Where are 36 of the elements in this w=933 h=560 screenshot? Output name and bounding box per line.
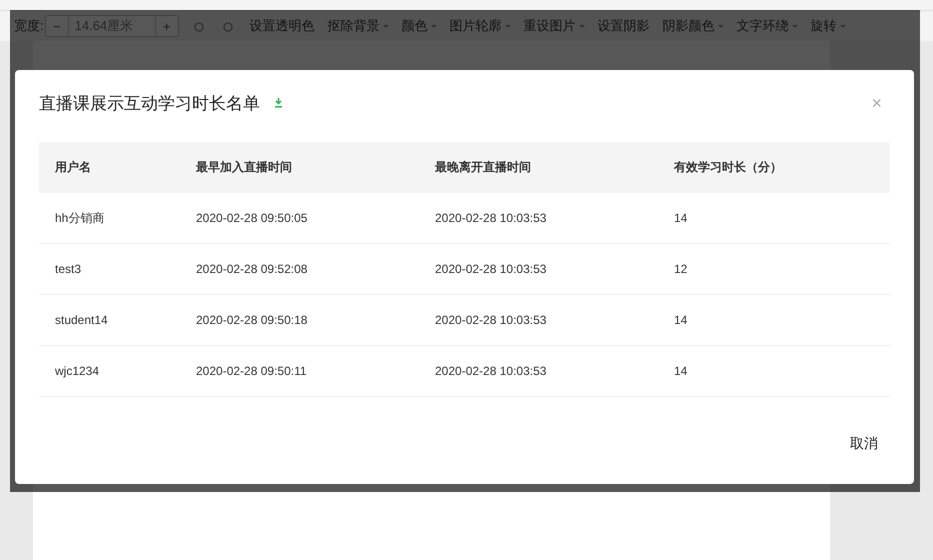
table-cell-text: 2020-02-28 10:03:53 <box>435 211 548 225</box>
table-cell-text: 2020-02-28 10:03:53 <box>435 313 548 327</box>
download-icon[interactable] <box>274 98 283 108</box>
toolbar-button[interactable]: 颜色 <box>402 17 437 35</box>
table-cell-text: student14 <box>55 313 109 327</box>
toolbar-button[interactable]: 设置透明色 <box>250 17 315 35</box>
table-cell-text: 14 <box>674 364 688 378</box>
table-cell-text: 14 <box>674 313 688 327</box>
toolbar-button[interactable]: 设置阴影 <box>598 17 650 35</box>
table-cell-text: 12 <box>674 262 688 276</box>
close-button[interactable]: × <box>863 92 890 114</box>
column-header: 最晚离开直播时间 <box>435 159 532 176</box>
toolbar-button[interactable]: 抠除背景 <box>328 17 389 35</box>
minus-button[interactable]: − <box>46 18 68 34</box>
column-header: 有效学习时长（分） <box>674 159 783 176</box>
table-cell-text: 2020-02-28 09:50:18 <box>196 313 308 327</box>
table-cell-text: 2020-02-28 09:52:08 <box>196 262 308 276</box>
plus-button[interactable]: + <box>156 18 178 34</box>
toolbar-button[interactable]: 阴影颜色 <box>662 17 724 35</box>
toolbar-button[interactable]: 重设图片 <box>524 17 585 35</box>
toolbar-button[interactable]: 文字环绕 <box>736 17 798 35</box>
table-cell-text: 2020-02-28 10:03:53 <box>435 262 548 276</box>
column-header: 用户名 <box>55 159 92 176</box>
table-cell-text: hh分销商 <box>55 210 106 226</box>
column-header: 最早加入直播时间 <box>196 159 293 176</box>
table-cell-text: 2020-02-28 09:50:11 <box>196 364 308 378</box>
table-cell-text: test3 <box>55 262 82 276</box>
width-label: 宽度: <box>14 17 44 35</box>
table-cell-text: 2020-02-28 10:03:53 <box>435 364 548 378</box>
cancel-button[interactable]: 取消 <box>838 431 890 457</box>
table-cell-text: wjc1234 <box>55 364 100 378</box>
dialog-title: 直播课展示互动学习时长名单 <box>39 92 260 114</box>
table-cell-text: 2020-02-28 09:50:05 <box>196 211 308 225</box>
toolbar-button[interactable]: 旋转 <box>810 17 846 35</box>
toolbar-button[interactable]: 图片轮廓 <box>450 17 511 35</box>
table-cell-text: 14 <box>674 211 688 225</box>
